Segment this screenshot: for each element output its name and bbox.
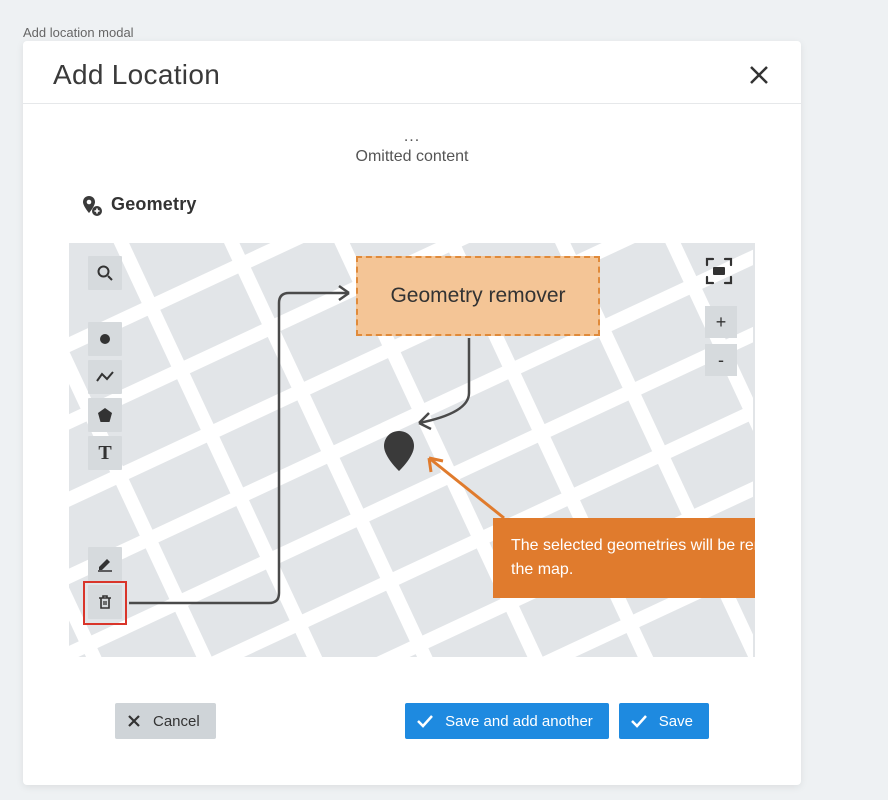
- text-tool-icon[interactable]: T: [88, 436, 122, 470]
- point-tool-icon[interactable]: [88, 322, 122, 356]
- cancel-label: Cancel: [153, 713, 200, 730]
- omitted-content: ... Omitted content: [69, 128, 755, 166]
- save-label: Save: [659, 713, 693, 730]
- modal-header: Add Location: [23, 41, 801, 104]
- modal-body: ... Omitted content Geometry: [23, 104, 801, 785]
- zoom-in-button[interactable]: +: [705, 306, 737, 338]
- save-another-label: Save and add another: [445, 713, 593, 730]
- check-icon: [629, 712, 649, 730]
- trash-tool-icon[interactable]: [88, 585, 122, 619]
- callout-geometry-remover: Geometry remover: [356, 256, 600, 336]
- cancel-button[interactable]: Cancel: [115, 703, 216, 739]
- close-icon[interactable]: [745, 61, 773, 89]
- add-location-modal: Add Location ... Omitted content Geometr…: [23, 41, 801, 785]
- annotation-label: Add location modal: [23, 25, 134, 40]
- save-add-another-button[interactable]: Save and add another: [405, 703, 609, 739]
- omitted-text: Omitted content: [356, 148, 469, 165]
- footer-right: Save and add another Save: [405, 703, 709, 739]
- map-marker-icon[interactable]: [381, 429, 417, 473]
- line-tool-icon[interactable]: [88, 360, 122, 394]
- polygon-tool-icon[interactable]: [88, 398, 122, 432]
- zoom-out-button[interactable]: -: [705, 344, 737, 376]
- section-title: Geometry: [111, 194, 197, 215]
- modal-title: Add Location: [53, 59, 220, 91]
- pin-plus-icon: [81, 195, 101, 215]
- omitted-dots: ...: [69, 128, 755, 146]
- edit-tool-icon[interactable]: [88, 547, 122, 581]
- map-area[interactable]: T + - Geometry remover: [69, 243, 755, 657]
- tooltip-geometry-remove: The selected geometries will be removed …: [493, 518, 755, 598]
- x-icon: [125, 712, 143, 730]
- search-icon[interactable]: [88, 256, 122, 290]
- fullscreen-icon[interactable]: [701, 253, 737, 289]
- section-header-geometry: Geometry: [81, 194, 755, 215]
- modal-footer: Cancel Save and add another Save: [69, 657, 755, 761]
- save-button[interactable]: Save: [619, 703, 709, 739]
- zoom-controls: + -: [705, 306, 737, 376]
- check-icon: [415, 712, 435, 730]
